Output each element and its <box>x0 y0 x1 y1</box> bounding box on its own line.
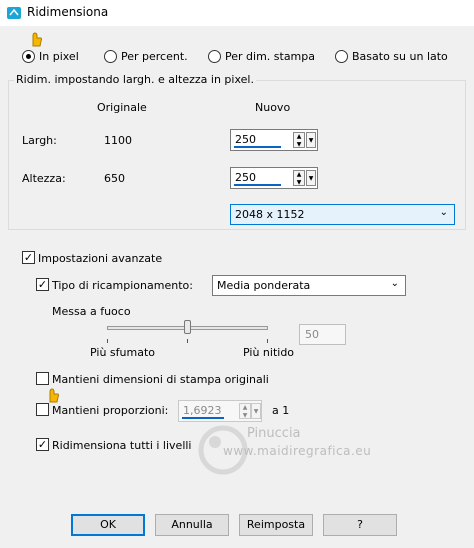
radio-per-percent[interactable]: Per percent. <box>104 48 188 64</box>
new-column-header: Nuovo <box>255 101 291 114</box>
focus-slider-thumb[interactable] <box>183 320 191 334</box>
watermark: Pinuccia www.maidiregrafica.eu <box>195 422 415 492</box>
radio-empty-icon <box>208 49 221 63</box>
radio-empty-icon <box>104 49 117 63</box>
radio-basato-su-lato[interactable]: Basato su un lato <box>335 48 448 64</box>
keep-ratio-checkbox[interactable] <box>36 403 49 416</box>
resample-checkbox[interactable]: ✓ <box>36 278 49 291</box>
reset-button[interactable]: Reimposta <box>239 514 313 536</box>
chevron-down-icon: ⌄ <box>390 278 399 289</box>
height-original-value: 650 <box>104 172 125 185</box>
watermark-site: www.maidiregrafica.eu <box>223 444 372 458</box>
radio-label: Basato su un lato <box>352 49 448 63</box>
height-input[interactable]: 250 <box>235 171 256 184</box>
height-label: Altezza: <box>22 172 66 185</box>
pointer-hand-icon <box>46 386 60 403</box>
resample-value: Media ponderata <box>217 279 311 292</box>
app-icon <box>6 5 22 21</box>
radio-empty-icon <box>335 49 348 63</box>
resample-label: Tipo di ricampionamento: <box>52 279 193 292</box>
resample-select[interactable]: Media ponderata ⌄ <box>212 275 406 296</box>
chevron-down-icon: ⌄ <box>439 207 448 218</box>
ratio-suffix: a 1 <box>272 404 290 417</box>
ratio-dropdown-icon[interactable]: ▼ <box>251 403 261 419</box>
slider-tick <box>107 339 108 343</box>
width-input[interactable]: 250 <box>235 133 256 146</box>
pixel-group-title: Ridim. impostando largh. e altezza in pi… <box>14 73 256 86</box>
width-spinner[interactable]: 250 ▲ ▼ ▼ <box>230 129 318 151</box>
height-dropdown-icon[interactable]: ▼ <box>306 170 316 186</box>
radio-label: Per dim. stampa <box>225 49 315 63</box>
pointer-hand-icon <box>29 30 43 47</box>
focus-label: Messa a fuoco <box>52 305 131 318</box>
width-original-value: 1100 <box>104 134 132 147</box>
sharp-label: Più nitido <box>243 346 295 359</box>
radio-label: Per percent. <box>121 49 188 63</box>
slider-tick <box>187 339 188 343</box>
preset-select[interactable]: 2048 x 1152 ⌄ <box>230 204 455 225</box>
input-underline <box>234 184 281 186</box>
ratio-spin-arrows[interactable]: ▲ ▼ <box>239 403 251 419</box>
window-title: Ridimensiona <box>27 5 109 19</box>
keep-ratio-label: Mantieni proporzioni: <box>52 404 169 417</box>
height-spinner[interactable]: 250 ▲ ▼ ▼ <box>230 167 318 189</box>
cancel-button[interactable]: Annulla <box>155 514 229 536</box>
resize-layers-checkbox[interactable]: ✓ <box>36 438 49 451</box>
advanced-label: Impostazioni avanzate <box>38 252 163 265</box>
slider-tick <box>267 339 268 343</box>
width-dropdown-icon[interactable]: ▼ <box>306 132 316 148</box>
ok-button[interactable]: OK <box>71 514 145 536</box>
watermark-name: Pinuccia <box>247 426 301 441</box>
help-button[interactable]: ? <box>323 514 397 536</box>
advanced-checkbox[interactable]: ✓ <box>22 251 35 264</box>
radio-label: In pixel <box>39 49 79 63</box>
input-underline <box>182 417 224 419</box>
focus-value: 50 <box>305 328 319 341</box>
radio-in-pixel[interactable]: In pixel <box>22 48 79 64</box>
ratio-spinner[interactable]: 1,6923 ▲ ▼ ▼ <box>178 400 262 422</box>
ratio-value: 1,6923 <box>183 404 222 417</box>
resize-layers-label: Ridimensiona tutti i livelli <box>52 439 192 452</box>
original-column-header: Originale <box>97 101 147 114</box>
width-spin-arrows[interactable]: ▲ ▼ <box>293 132 305 148</box>
radio-selected-icon <box>22 49 35 63</box>
input-underline <box>234 146 281 148</box>
height-spin-arrows[interactable]: ▲ ▼ <box>293 170 305 186</box>
keep-print-size-checkbox[interactable] <box>36 372 49 385</box>
width-label: Largh: <box>22 134 57 147</box>
keep-print-size-label: Mantieni dimensioni di stampa originali <box>52 373 269 386</box>
preset-value: 2048 x 1152 <box>235 208 305 221</box>
focus-value-field[interactable]: 50 <box>299 324 346 345</box>
radio-per-dim-stampa[interactable]: Per dim. stampa <box>208 48 315 64</box>
blur-label: Più sfumato <box>90 346 155 359</box>
